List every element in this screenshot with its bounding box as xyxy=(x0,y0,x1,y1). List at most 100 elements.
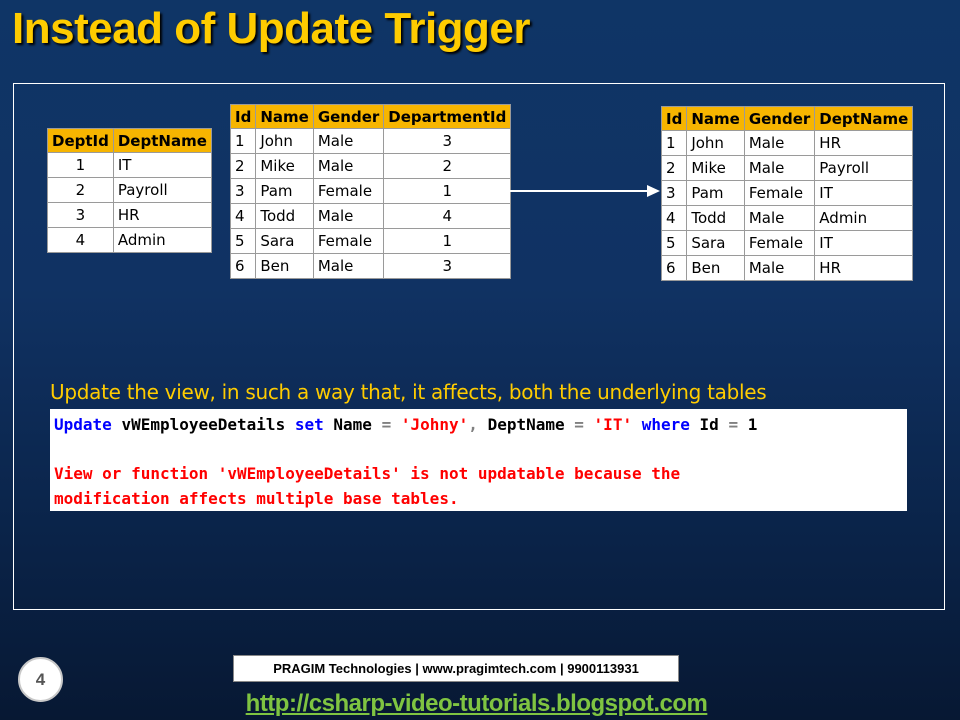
table-row: 5 Sara Female 1 xyxy=(229,228,512,254)
table-cell: Female xyxy=(312,178,385,204)
sql-string: 'Johny' xyxy=(400,415,469,434)
sql-keyword: set xyxy=(294,415,324,434)
table-row: 4 Todd Male Admin xyxy=(660,205,914,231)
error-message-line: View or function 'vWEmployeeDetails' is … xyxy=(54,464,681,483)
column-header: Name xyxy=(255,104,314,129)
table-cell: 6 xyxy=(660,255,688,281)
table-cell: Female xyxy=(312,228,385,254)
table-row: 1 John Male 3 xyxy=(229,128,512,154)
table-cell: 2 xyxy=(229,153,257,179)
table-cell: Male xyxy=(743,155,816,181)
table-cell: 6 xyxy=(229,253,257,279)
table-row: 3 HR xyxy=(47,202,212,228)
table-cell: Mike xyxy=(255,153,314,179)
table-cell: 3 xyxy=(229,178,257,204)
table-cell: HR xyxy=(814,130,914,156)
table-cell: Ben xyxy=(686,255,745,281)
sql-identifier: Name xyxy=(333,415,372,434)
department-table-header-row: DeptId DeptName xyxy=(47,128,212,153)
table-cell: IT xyxy=(112,152,212,178)
table-cell: Payroll xyxy=(112,177,212,203)
table-cell: Male xyxy=(743,205,816,231)
sql-operator: = xyxy=(381,415,392,434)
column-header: Id xyxy=(660,106,688,131)
table-row: 5 Sara Female IT xyxy=(660,230,914,256)
table-cell: Admin xyxy=(814,205,914,231)
sql-keyword: Update xyxy=(54,415,112,434)
table-cell: 3 xyxy=(383,253,512,279)
table-cell: Female xyxy=(743,230,816,256)
table-row: 1 John Male HR xyxy=(660,130,914,156)
column-header: Gender xyxy=(312,104,385,129)
table-cell: Male xyxy=(312,153,385,179)
sql-identifier: Id xyxy=(699,415,719,434)
table-cell: 3 xyxy=(47,202,114,228)
table-cell: 3 xyxy=(660,180,688,206)
column-header: DeptName xyxy=(112,128,212,153)
table-row: 2 Mike Male Payroll xyxy=(660,155,914,181)
table-cell: 2 xyxy=(47,177,114,203)
sql-operator: , xyxy=(468,415,478,434)
table-cell: 5 xyxy=(660,230,688,256)
table-cell: Male xyxy=(312,253,385,279)
employee-table: Id Name Gender DepartmentId 1 John Male … xyxy=(229,104,512,279)
table-cell: John xyxy=(255,128,314,154)
table-cell: 3 xyxy=(383,128,512,154)
table-cell: 4 xyxy=(229,203,257,229)
table-cell: 2 xyxy=(383,153,512,179)
table-cell: 4 xyxy=(383,203,512,229)
table-cell: John xyxy=(686,130,745,156)
table-row: 2 Mike Male 2 xyxy=(229,153,512,179)
table-cell: 1 xyxy=(383,228,512,254)
table-row: 6 Ben Male 3 xyxy=(229,253,512,279)
error-message-line: modification affects multiple base table… xyxy=(54,488,459,508)
sql-number: 1 xyxy=(747,415,758,434)
sql-operator: = xyxy=(574,415,584,434)
table-cell: Male xyxy=(312,128,385,154)
table-cell: 5 xyxy=(229,228,257,254)
table-cell: Male xyxy=(312,203,385,229)
view-result-table: Id Name Gender DeptName 1 John Male HR 2… xyxy=(660,106,914,281)
table-row: 4 Todd Male 4 xyxy=(229,203,512,229)
table-row: 6 Ben Male HR xyxy=(660,255,914,281)
slide-caption: Update the view, in such a way that, it … xyxy=(50,380,767,404)
table-cell: Mike xyxy=(686,155,745,181)
column-header: DepartmentId xyxy=(383,104,512,129)
company-footer: PRAGIM Technologies | www.pragimtech.com… xyxy=(233,655,679,682)
table-row: 3 Pam Female IT xyxy=(660,180,914,206)
table-cell: Todd xyxy=(255,203,314,229)
sql-identifier: DeptName xyxy=(487,415,565,434)
blog-link[interactable]: http://csharp-video-tutorials.blogspot.c… xyxy=(233,690,720,718)
table-cell: 1 xyxy=(660,130,688,156)
table-cell: Todd xyxy=(686,205,745,231)
page-number-badge: 4 xyxy=(18,657,63,702)
slide-title: Instead of Update Trigger xyxy=(12,4,531,53)
table-cell: Ben xyxy=(255,253,314,279)
view-table-header-row: Id Name Gender DeptName xyxy=(660,106,914,131)
column-header: Id xyxy=(229,104,257,129)
table-cell: 1 xyxy=(229,128,257,154)
sql-code-box: Update vWEmployeeDetails set Name = 'Joh… xyxy=(50,409,907,511)
table-cell: Male xyxy=(743,255,816,281)
table-cell: IT xyxy=(814,180,914,206)
arrow-right-icon xyxy=(502,185,660,197)
table-cell: Pam xyxy=(255,178,314,204)
table-cell: 1 xyxy=(383,178,512,204)
table-cell: HR xyxy=(112,202,212,228)
table-row: 2 Payroll xyxy=(47,177,212,203)
column-header: DeptId xyxy=(47,128,114,153)
table-cell: 4 xyxy=(660,205,688,231)
sql-keyword: where xyxy=(641,415,690,434)
table-cell: 4 xyxy=(47,227,114,253)
column-header: DeptName xyxy=(814,106,914,131)
table-cell: Admin xyxy=(112,227,212,253)
table-row: 3 Pam Female 1 xyxy=(229,178,512,204)
table-cell: Female xyxy=(743,180,816,206)
sql-string: 'IT' xyxy=(593,415,633,434)
sql-operator: = xyxy=(728,415,739,434)
table-cell: Pam xyxy=(686,180,745,206)
table-row: 4 Admin xyxy=(47,227,212,253)
employee-table-header-row: Id Name Gender DepartmentId xyxy=(229,104,512,129)
table-cell: IT xyxy=(814,230,914,256)
